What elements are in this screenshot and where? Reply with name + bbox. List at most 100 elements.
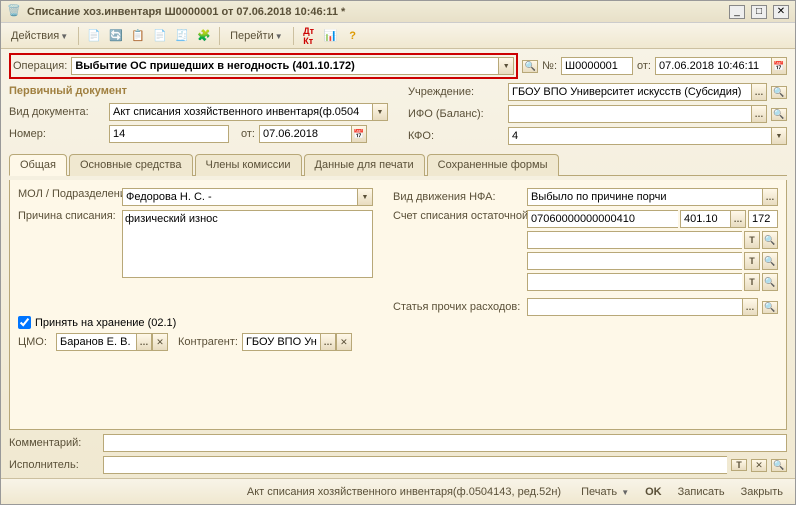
tab-body-general: МОЛ / Подразделение : Причина списания: … [9, 180, 787, 430]
acc1-field[interactable] [527, 210, 678, 228]
performer-type[interactable] [731, 459, 747, 471]
actions-menu[interactable]: Действия▼ [7, 28, 72, 44]
expense-chooser[interactable] [742, 298, 758, 316]
from2-label: от: [241, 128, 255, 140]
ifo-label: ИФО (Баланс): [408, 108, 504, 120]
date2-calendar[interactable] [351, 125, 367, 143]
ok-button[interactable]: OK [641, 484, 666, 500]
tab-saved-forms[interactable]: Сохраненные формы [427, 154, 559, 176]
sub3-field[interactable] [527, 273, 742, 291]
report-icon[interactable]: 📊 [322, 27, 340, 45]
goto-menu[interactable]: Перейти▼ [226, 28, 287, 44]
take-storage-label: Принять на хранение (02.1) [35, 317, 176, 329]
ifo-chooser[interactable] [751, 105, 767, 123]
sub2-field[interactable] [527, 252, 742, 270]
nfa-chooser[interactable] [762, 188, 778, 206]
doc-date-calendar[interactable] [771, 57, 787, 75]
doc-type-label: Вид документа: [9, 106, 105, 118]
sub1-field[interactable] [527, 231, 742, 249]
performer-field[interactable] [103, 456, 727, 474]
save-icon[interactable]: 📄 [85, 27, 103, 45]
comment-label: Комментарий: [9, 437, 99, 449]
take-storage-check[interactable] [18, 316, 31, 329]
acc-label: Счет списания остаточной стоимости: [393, 210, 523, 222]
acc3-field[interactable] [748, 210, 778, 228]
app-window: 🗑️ Списание хоз.инвентаря Ш0000001 от 07… [0, 0, 796, 505]
number2-field[interactable] [109, 125, 229, 143]
operation-highlight: Операция: [9, 53, 518, 79]
contragent-field[interactable] [242, 333, 320, 351]
date2-field[interactable] [259, 125, 351, 143]
org-field[interactable] [508, 83, 751, 101]
kfo-dropdown[interactable] [771, 127, 787, 145]
tab-general[interactable]: Общая [9, 154, 67, 176]
cmo-label: ЦМО: [18, 336, 52, 348]
mol-dropdown[interactable] [357, 188, 373, 206]
org-chooser[interactable] [751, 83, 767, 101]
number2-label: Номер: [9, 128, 105, 140]
operation-dropdown[interactable] [498, 57, 514, 75]
nfa-label: Вид движения НФА: [393, 191, 523, 203]
operation-search[interactable] [522, 60, 538, 73]
sub2-type[interactable] [744, 252, 760, 270]
sub3-search[interactable] [762, 273, 778, 291]
footer-hint: Акт списания хозяйственного инвентаря(ф.… [9, 486, 561, 498]
reason-field[interactable]: физический износ [122, 210, 373, 278]
cancel-post-icon[interactable]: 🧾 [173, 27, 191, 45]
contragent-chooser[interactable] [320, 333, 336, 351]
doc-type-field[interactable] [109, 103, 372, 121]
comment-field[interactable] [103, 434, 787, 452]
dtkt-icon[interactable]: ДтКт [300, 27, 318, 45]
operation-field[interactable] [71, 57, 498, 75]
expense-label: Статья прочих расходов: [393, 301, 523, 313]
maximize-button[interactable]: □ [751, 5, 767, 19]
kfo-field[interactable] [508, 127, 771, 145]
tab-print-data[interactable]: Данные для печати [304, 154, 425, 176]
titlebar: 🗑️ Списание хоз.инвентаря Ш0000001 от 07… [1, 1, 795, 23]
footer: Акт списания хозяйственного инвентаря(ф.… [1, 478, 795, 504]
print-button[interactable]: Печать ▼ [577, 484, 633, 500]
sub2-search[interactable] [762, 252, 778, 270]
mol-label: МОЛ / Подразделение : [18, 188, 118, 200]
doc-date-field[interactable] [655, 57, 771, 75]
ifo-field[interactable] [508, 105, 751, 123]
expense-search[interactable] [762, 301, 778, 314]
sub1-type[interactable] [744, 231, 760, 249]
contragent-clear[interactable] [336, 333, 352, 351]
contragent-label: Контрагент: [178, 336, 238, 348]
cmo-clear[interactable] [152, 333, 168, 351]
window-title: Списание хоз.инвентаря Ш0000001 от 07.06… [27, 6, 729, 18]
nfa-field[interactable] [527, 188, 762, 206]
close-footer-button[interactable]: Закрыть [737, 484, 787, 500]
help-icon[interactable]: ? [344, 27, 362, 45]
cmo-chooser[interactable] [136, 333, 152, 351]
org-search[interactable] [771, 86, 787, 99]
reason-label: Причина списания: [18, 210, 118, 222]
close-button[interactable]: ✕ [773, 5, 789, 19]
primary-doc-title: Первичный документ [9, 83, 388, 99]
from-label: от: [637, 60, 651, 72]
expense-field[interactable] [527, 298, 742, 316]
acc2-chooser[interactable] [730, 210, 746, 228]
minimize-button[interactable]: _ [729, 5, 745, 19]
ifo-search[interactable] [771, 108, 787, 121]
sub3-type[interactable] [744, 273, 760, 291]
mol-field[interactable] [122, 188, 357, 206]
tab-assets[interactable]: Основные средства [69, 154, 193, 176]
save-button[interactable]: Записать [674, 484, 729, 500]
post-icon[interactable]: 📄 [151, 27, 169, 45]
cmo-field[interactable] [56, 333, 136, 351]
take-storage-checkbox[interactable]: Принять на хранение (02.1) [18, 316, 373, 329]
structure-icon[interactable]: 🧩 [195, 27, 213, 45]
performer-search[interactable] [771, 459, 787, 472]
performer-clear[interactable] [751, 459, 767, 472]
acc2-field[interactable] [680, 210, 730, 228]
copy-icon[interactable]: 📋 [129, 27, 147, 45]
doc-number-field[interactable] [561, 57, 633, 75]
doc-type-dropdown[interactable] [372, 103, 388, 121]
refresh-icon[interactable]: 🔄 [107, 27, 125, 45]
tab-commission[interactable]: Члены комиссии [195, 154, 302, 176]
performer-label: Исполнитель: [9, 459, 99, 471]
org-label: Учреждение: [408, 86, 504, 98]
sub1-search[interactable] [762, 231, 778, 249]
